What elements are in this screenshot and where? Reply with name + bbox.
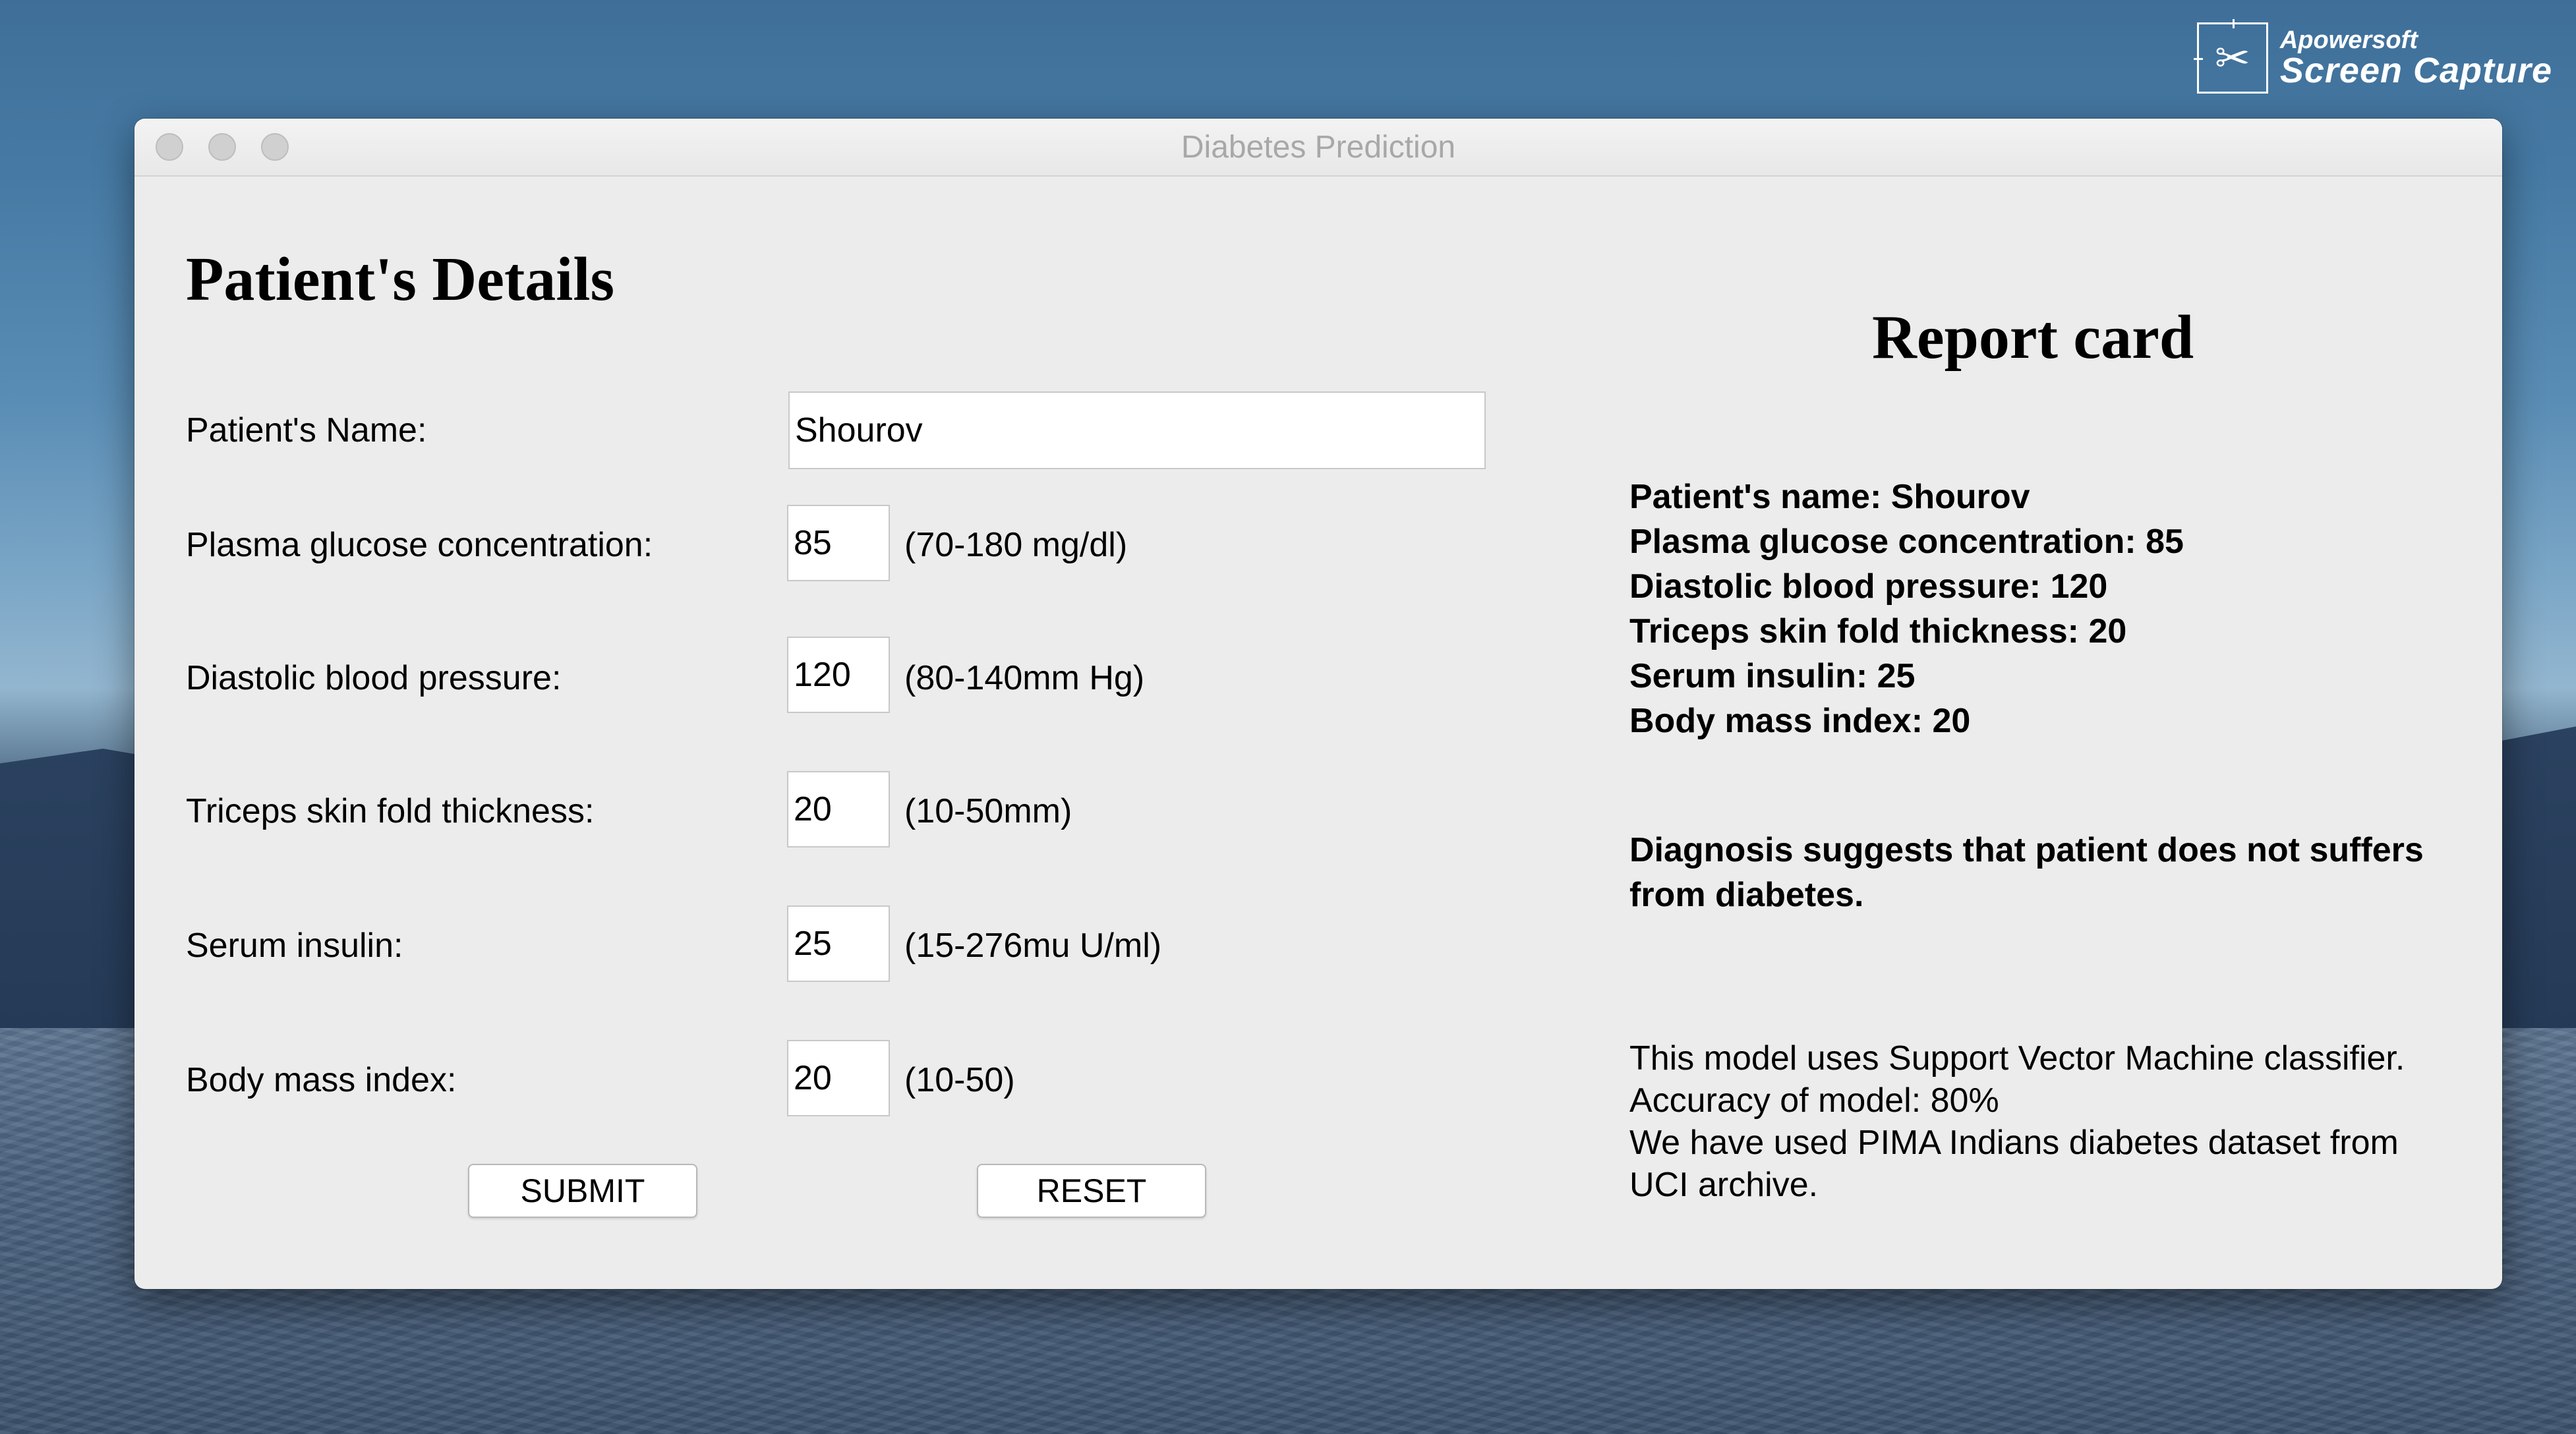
model-info-line: We have used PIMA Indians diabetes datas… <box>1629 1124 2399 1162</box>
bmi-label: Body mass index: <box>186 1061 457 1099</box>
watermark-product: Screen Capture <box>2279 51 2552 90</box>
report-line-glucose: Plasma glucose concentration: 85 <box>1629 523 2184 561</box>
report-line-patient-name: Patient's name: Shourov <box>1629 478 2030 516</box>
patient-details-heading: Patient's Details <box>186 245 615 314</box>
serum-insulin-range: (15-276mu U/ml) <box>904 927 1162 965</box>
window-title: Diabetes Prediction <box>1181 130 1456 165</box>
bmi-input[interactable] <box>787 1040 890 1116</box>
report-line-serum-insulin: Serum insulin: 25 <box>1629 657 1916 695</box>
model-info-line: Accuracy of model: 80% <box>1629 1081 1999 1120</box>
glucose-input[interactable] <box>787 505 890 581</box>
model-info-line: This model uses Support Vector Machine c… <box>1629 1039 2405 1077</box>
patient-name-label: Patient's Name: <box>186 411 427 449</box>
report-card-heading: Report card <box>1872 303 2194 372</box>
glucose-range: (70-180 mg/dl) <box>904 526 1128 564</box>
serum-insulin-input[interactable] <box>787 905 890 982</box>
app-window: Diabetes Prediction Patient's Details Pa… <box>134 119 2502 1289</box>
model-info: This model uses Support Vector Machine c… <box>1629 1037 2480 1206</box>
report-details: Patient's name: Shourov Plasma glucose c… <box>1629 474 2184 743</box>
scissors-pen-icon: ✂ <box>2193 19 2268 94</box>
blood-pressure-range: (80-140mm Hg) <box>904 659 1145 697</box>
report-line-bmi: Body mass index: 20 <box>1629 702 1971 740</box>
patient-name-input[interactable] <box>788 391 1486 469</box>
blood-pressure-input[interactable] <box>787 637 890 713</box>
title-bar[interactable]: Diabetes Prediction <box>134 119 2502 177</box>
submit-button[interactable]: SUBMIT <box>468 1164 697 1218</box>
skin-thickness-range: (10-50mm) <box>904 792 1072 830</box>
blood-pressure-label: Diastolic blood pressure: <box>186 659 562 697</box>
diagnosis-text: Diagnosis suggests that patient does not… <box>1629 831 2424 914</box>
serum-insulin-label: Serum insulin: <box>186 927 403 965</box>
report-line-blood-pressure: Diastolic blood pressure: 120 <box>1629 567 2108 606</box>
skin-thickness-label: Triceps skin fold thickness: <box>186 792 595 830</box>
bmi-range: (10-50) <box>904 1061 1015 1099</box>
glucose-label: Plasma glucose concentration: <box>186 526 653 564</box>
apowersoft-watermark: ✂ Apowersoft Screen Capture <box>2193 19 2552 94</box>
skin-thickness-input[interactable] <box>787 771 890 847</box>
reset-button[interactable]: RESET <box>977 1164 1206 1218</box>
report-line-skin-thickness: Triceps skin fold thickness: 20 <box>1629 612 2127 650</box>
watermark-brand: Apowersoft <box>2279 26 2418 54</box>
model-info-line: UCI archive. <box>1629 1166 1819 1204</box>
